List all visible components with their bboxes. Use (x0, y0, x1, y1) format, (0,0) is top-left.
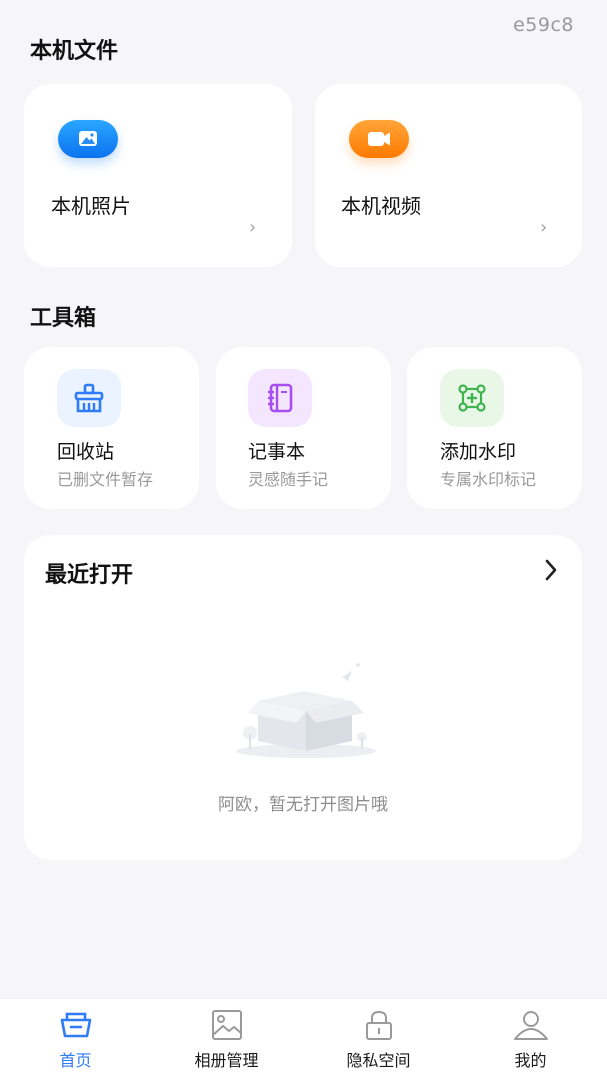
watermark-subtitle: 专属水印标记 (440, 470, 537, 489)
tab-profile[interactable]: 我的 (455, 999, 606, 1081)
empty-state-text: 阿欧，暂无打开图片哦 (218, 795, 388, 815)
tab-album-manage[interactable]: 相册管理 (151, 999, 302, 1081)
recent-more-chevron-icon[interactable] (541, 557, 561, 583)
recent-opened-title: 最近打开 (45, 563, 134, 588)
bottom-tab-bar: 首页 相册管理 隐私空间 我的 (0, 998, 607, 1081)
notebook-title: 记事本 (248, 441, 306, 463)
recycle-bin-title: 回收站 (57, 441, 115, 463)
home-basket-icon (58, 1009, 94, 1043)
recent-opened-card: 最近打开 阿欧，暂无打开图片哦 (24, 535, 582, 860)
toolbox-title: 工具箱 (30, 306, 97, 331)
empty-box-illustration (224, 655, 384, 765)
tab-home-label: 首页 (59, 1051, 92, 1070)
recycle-bin-subtitle: 已删文件暂存 (57, 470, 154, 489)
album-icon (210, 1009, 244, 1045)
notebook-card[interactable]: 记事本 灵感随手记 (216, 347, 391, 509)
tab-album-manage-label: 相册管理 (194, 1051, 259, 1070)
corner-id-text: e59c8 (513, 14, 574, 36)
local-files-title: 本机文件 (30, 39, 119, 64)
tab-profile-label: 我的 (514, 1051, 547, 1070)
watermark-icon-badge (440, 369, 504, 427)
notebook-icon-badge (248, 369, 312, 427)
chevron-right-icon: › (249, 217, 257, 238)
broom-icon (74, 383, 104, 413)
tab-private-space[interactable]: 隐私空间 (303, 999, 454, 1081)
recycle-bin-card[interactable]: 回收站 已删文件暂存 (24, 347, 199, 509)
tab-private-space-label: 隐私空间 (346, 1051, 411, 1070)
watermark-icon (458, 384, 486, 412)
photo-icon (58, 120, 118, 158)
notebook-subtitle: 灵感随手记 (248, 470, 329, 489)
local-videos-card[interactable]: 本机视频 › (315, 84, 582, 267)
tab-home[interactable]: 首页 (0, 999, 151, 1081)
broom-icon-badge (57, 369, 121, 427)
local-photos-label: 本机照片 (51, 194, 131, 218)
local-videos-label: 本机视频 (341, 194, 421, 218)
profile-icon (512, 1009, 550, 1045)
lock-icon (362, 1009, 396, 1045)
chevron-right-icon: › (540, 217, 548, 238)
watermark-title: 添加水印 (440, 441, 517, 463)
watermark-card[interactable]: 添加水印 专属水印标记 (407, 347, 582, 509)
video-icon (349, 120, 409, 158)
notebook-icon (268, 383, 293, 413)
local-photos-card[interactable]: 本机照片 › (24, 84, 292, 267)
